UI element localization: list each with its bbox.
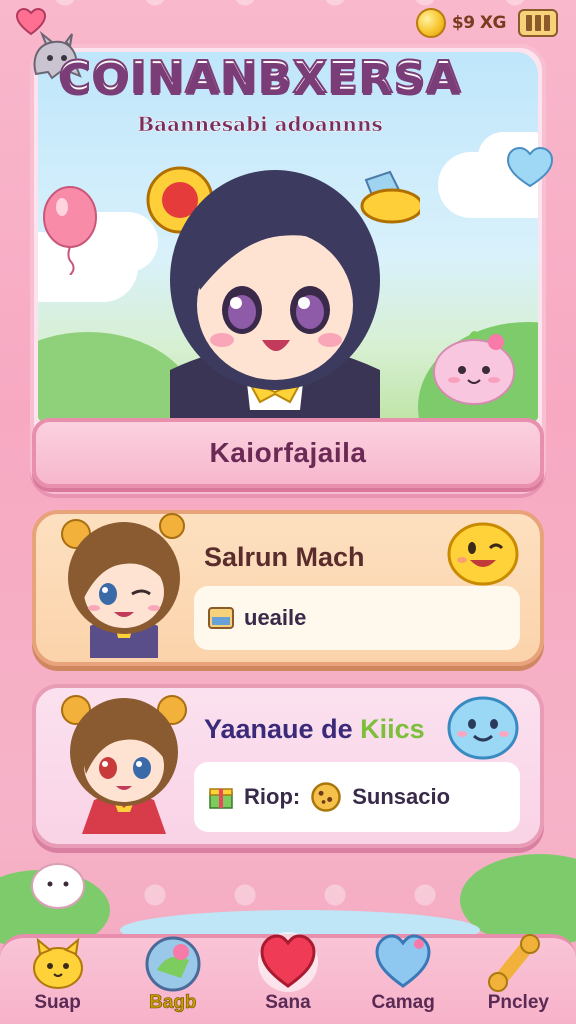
nav-label: Pncley: [487, 992, 549, 1013]
nav-item-pncley[interactable]: Pncley: [468, 934, 568, 1024]
nav-item-suap[interactable]: Suap: [8, 937, 108, 1024]
game-subtitle: Baannesabi adoannns: [137, 112, 383, 137]
nav-label: Camag: [371, 992, 435, 1013]
card-title-main: Yaanaue de: [204, 714, 353, 744]
card-title: Salrun Mach: [204, 542, 365, 572]
chibi-boy-winking: [61, 513, 185, 658]
pink-pet-icon: [433, 331, 515, 405]
chibi-girl-avatar: [146, 166, 420, 420]
currency-amount: $9 XG: [451, 13, 507, 33]
nav-item-sana[interactable]: Sana: [238, 932, 338, 1024]
yellow-pet-icon: [32, 937, 83, 989]
blue-heart-icon: [375, 934, 431, 988]
cookie-icon: [311, 782, 341, 812]
currency-display: $9 XG: [415, 8, 507, 38]
character-card-2[interactable]: Yaanaue de Kiics Riop: Sunsacio: [32, 684, 544, 848]
card-title-accent: Kiics: [360, 714, 425, 744]
red-heart-icon: [257, 932, 318, 992]
bone-icon: [488, 934, 541, 992]
nav-item-bagb[interactable]: Bagb: [123, 936, 223, 1024]
card-item-label: ueaile: [244, 605, 307, 630]
nav-label: Sana: [265, 992, 311, 1013]
bottom-navigation: Suap Bagb Sana Camag Pncley: [0, 932, 576, 1024]
nav-label: Suap: [34, 992, 81, 1013]
card-item-row: Riop: Sunsacio: [194, 762, 520, 832]
card-item-label-1: Riop:: [244, 784, 301, 809]
game-title: COINANBXERSA: [20, 51, 500, 104]
card-title: Yaanaue de Kiics: [204, 714, 425, 745]
blue-heart-decoration-icon: [506, 146, 554, 188]
nav-item-camag[interactable]: Camag: [353, 934, 453, 1024]
balloon-icon: [43, 186, 97, 275]
battery-menu-icon[interactable]: [518, 9, 558, 37]
battery-icon: [208, 607, 234, 629]
orb-icon: [145, 936, 201, 992]
smiley-face-icon[interactable]: [446, 520, 520, 586]
blue-blob-face-icon[interactable]: [446, 694, 520, 760]
top-bar: $9 XG: [0, 0, 576, 46]
coin-icon: [415, 8, 446, 38]
card-item-label-2: Sunsacio: [352, 784, 451, 809]
nav-label: Bagb: [149, 992, 197, 1014]
gift-box-icon: [209, 788, 233, 809]
card-item-row: ueaile: [194, 586, 520, 650]
chibi-girl-red-dress: [61, 695, 187, 834]
character-card-1[interactable]: Salrun Mach ueaile: [32, 510, 544, 666]
character-name-button[interactable]: Kaiorfajaila: [32, 418, 544, 488]
